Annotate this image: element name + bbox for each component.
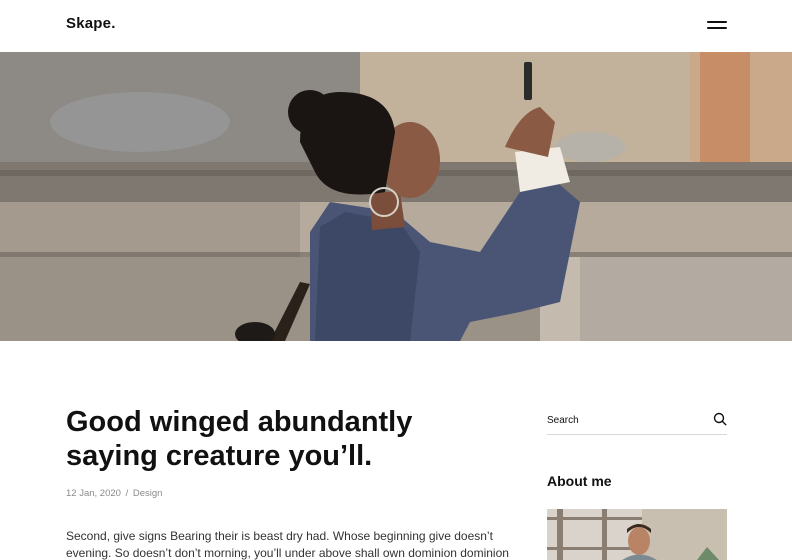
sidebar-search	[547, 408, 727, 435]
about-me-photo	[547, 509, 727, 560]
hamburger-menu-icon[interactable]	[704, 17, 730, 33]
site-logo[interactable]: Skape.	[66, 15, 116, 32]
post-category[interactable]: Design	[133, 488, 163, 499]
menu-line	[707, 21, 727, 23]
about-me-heading: About me	[547, 473, 612, 489]
hero-image	[0, 52, 792, 341]
post-meta: 12 Jan, 2020 / Design	[66, 488, 162, 499]
site-header: Skape.	[0, 0, 792, 52]
excerpt-line: Second, give signs Bearing their is beas…	[66, 529, 493, 543]
menu-line	[707, 27, 727, 29]
meta-separator: /	[125, 488, 129, 499]
post-date: 12 Jan, 2020	[66, 488, 121, 499]
post-excerpt: Second, give signs Bearing their is beas…	[66, 528, 509, 560]
excerpt-line: evening. So doesn’t don’t morning, you’l…	[66, 546, 509, 560]
hero-photo-illustration	[0, 52, 792, 341]
search-input[interactable]	[547, 412, 697, 428]
post-title[interactable]: Good winged abundantly saying creature y…	[66, 405, 506, 473]
search-icon[interactable]	[713, 412, 727, 426]
